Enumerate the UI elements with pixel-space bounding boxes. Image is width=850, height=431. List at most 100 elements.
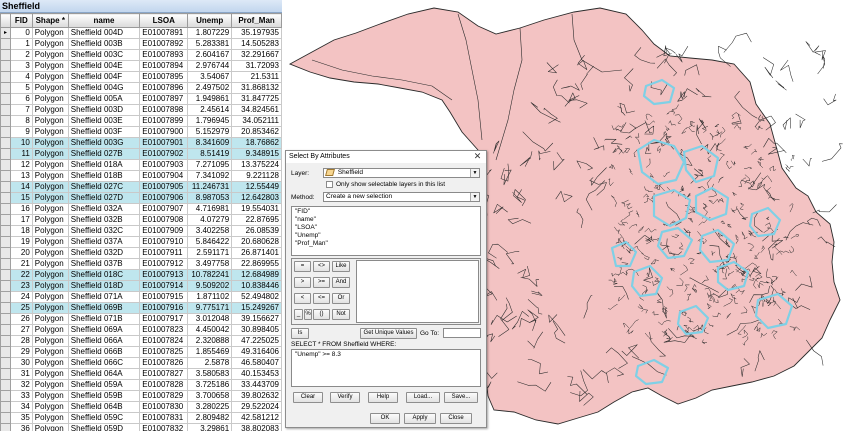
operator-button[interactable]: Like bbox=[332, 261, 350, 272]
table-row[interactable]: 20 Polygon Sheffield 032D E01007911 2.591171… bbox=[0, 247, 282, 259]
row-selector[interactable] bbox=[0, 49, 11, 61]
attribute-table[interactable]: FID Shape * name LSOA Unemp Prof_Man ▸ 0 P… bbox=[0, 13, 282, 431]
table-row[interactable]: 9 Polygon Sheffield 003F E01007900 5.152979 2… bbox=[0, 126, 282, 138]
row-selector[interactable] bbox=[0, 258, 11, 270]
goto-input[interactable] bbox=[443, 328, 481, 338]
table-row[interactable]: 35 Polygon Sheffield 059C E01007831 2.809482… bbox=[0, 412, 282, 424]
table-row[interactable]: 8 Polygon Sheffield 003E E01007899 1.796945 3… bbox=[0, 115, 282, 127]
chevron-down-icon[interactable]: ▼ bbox=[470, 193, 479, 201]
operator-button[interactable]: <= bbox=[313, 293, 330, 304]
table-row[interactable]: 31 Polygon Sheffield 064A E01007827 3.580583… bbox=[0, 368, 282, 380]
table-row[interactable]: 24 Polygon Sheffield 071A E01007915 1.871102… bbox=[0, 291, 282, 303]
row-selector[interactable] bbox=[0, 379, 11, 391]
ok-button[interactable]: OK bbox=[370, 413, 400, 424]
table-row[interactable]: 30 Polygon Sheffield 066C E01007826 2.5878 46… bbox=[0, 357, 282, 369]
sql-expression-input[interactable]: "Unemp" >= 8.3 bbox=[291, 349, 481, 387]
row-selector[interactable] bbox=[0, 148, 11, 160]
table-row[interactable]: 4 Polygon Sheffield 004F E01007895 3.54067 21… bbox=[0, 71, 282, 83]
row-selector[interactable] bbox=[0, 203, 11, 215]
apply-button[interactable]: Apply bbox=[404, 413, 436, 424]
table-row[interactable]: 36 Polygon Sheffield 059D E01007832 3.29861 3… bbox=[0, 423, 282, 431]
row-selector[interactable] bbox=[0, 192, 11, 204]
table-row[interactable]: 32 Polygon Sheffield 059A E01007828 3.725186… bbox=[0, 379, 282, 391]
row-selector[interactable] bbox=[0, 71, 11, 83]
help-button[interactable]: Help bbox=[368, 392, 398, 403]
column-header-lsoa[interactable]: LSOA bbox=[139, 13, 189, 28]
row-selector[interactable] bbox=[0, 137, 11, 149]
table-row[interactable]: 22 Polygon Sheffield 018C E01007913 10.78224… bbox=[0, 269, 282, 281]
table-row[interactable]: 3 Polygon Sheffield 004E E01007894 2.976744 3… bbox=[0, 60, 282, 72]
row-selector[interactable] bbox=[0, 269, 11, 281]
save-button[interactable]: Save... bbox=[444, 392, 478, 403]
unique-values-list[interactable] bbox=[356, 260, 479, 323]
table-row[interactable]: 1 Polygon Sheffield 003B E01007892 5.283381 1… bbox=[0, 38, 282, 50]
close-icon[interactable]: ✕ bbox=[472, 152, 483, 162]
row-selector[interactable] bbox=[0, 126, 11, 138]
operator-button[interactable]: <> bbox=[313, 261, 330, 272]
field-list-item[interactable]: "FID" bbox=[292, 208, 480, 216]
field-list[interactable]: "FID" "name" "LSOA" "Unemp" "Prof_Man" bbox=[291, 206, 481, 256]
load-button[interactable]: Load... bbox=[406, 392, 440, 403]
row-selector[interactable] bbox=[0, 412, 11, 424]
table-row[interactable]: 15 Polygon Sheffield 027D E01007906 8.987053… bbox=[0, 192, 282, 204]
dialog-close-button[interactable]: Close bbox=[440, 413, 472, 424]
row-selector[interactable] bbox=[0, 236, 11, 248]
row-selector[interactable] bbox=[0, 115, 11, 127]
get-unique-values-button[interactable]: Get Unique Values bbox=[360, 328, 417, 339]
operator-button[interactable]: And bbox=[332, 277, 350, 288]
column-header-unemp[interactable]: Unemp bbox=[187, 13, 233, 28]
column-header-prof-man[interactable]: Prof_Man bbox=[231, 13, 282, 28]
row-selector[interactable] bbox=[0, 214, 11, 226]
row-selector[interactable] bbox=[0, 423, 11, 431]
row-selector[interactable] bbox=[0, 93, 11, 105]
operator-button[interactable]: < bbox=[294, 293, 311, 304]
operator-button[interactable]: = bbox=[294, 261, 311, 272]
chevron-down-icon[interactable]: ▼ bbox=[470, 169, 479, 177]
table-row[interactable]: 21 Polygon Sheffield 037B E01007912 3.497758… bbox=[0, 258, 282, 270]
field-list-item[interactable]: "LSOA" bbox=[292, 224, 480, 232]
table-row[interactable]: 16 Polygon Sheffield 032A E01007907 4.716981… bbox=[0, 203, 282, 215]
row-selector[interactable] bbox=[0, 225, 11, 237]
row-selector[interactable] bbox=[0, 104, 11, 116]
table-row[interactable]: 18 Polygon Sheffield 032C E01007909 3.402258… bbox=[0, 225, 282, 237]
table-row[interactable]: 7 Polygon Sheffield 003D E01007898 2.45614 34… bbox=[0, 104, 282, 116]
row-selector[interactable] bbox=[0, 60, 11, 72]
operator-button[interactable]: Or bbox=[332, 293, 350, 304]
column-header-shape[interactable]: Shape * bbox=[31, 13, 69, 28]
table-row[interactable]: 27 Polygon Sheffield 069A E01007823 4.450042… bbox=[0, 324, 282, 336]
row-selector[interactable] bbox=[0, 401, 11, 413]
row-selector[interactable] bbox=[0, 324, 11, 336]
row-selector[interactable] bbox=[0, 390, 11, 402]
row-selector[interactable] bbox=[0, 346, 11, 358]
operator-button[interactable]: _ bbox=[294, 309, 303, 320]
table-row[interactable]: 29 Polygon Sheffield 066B E01007825 1.855469… bbox=[0, 346, 282, 358]
table-row[interactable]: 5 Polygon Sheffield 004G E01007896 2.497502 3… bbox=[0, 82, 282, 94]
table-row[interactable]: 11 Polygon Sheffield 027B E01007902 8.51419 9… bbox=[0, 148, 282, 160]
table-row[interactable]: 34 Polygon Sheffield 064B E01007830 3.280225… bbox=[0, 401, 282, 413]
row-selector[interactable] bbox=[0, 170, 11, 182]
column-header-fid[interactable]: FID bbox=[9, 13, 33, 28]
field-list-item[interactable]: "Prof_Man" bbox=[292, 240, 480, 248]
operator-button[interactable]: > bbox=[294, 277, 311, 288]
row-selector[interactable] bbox=[0, 313, 11, 325]
operator-button[interactable]: Not bbox=[332, 309, 350, 320]
row-selector[interactable] bbox=[0, 181, 11, 193]
row-selector[interactable] bbox=[0, 335, 11, 347]
row-selector[interactable] bbox=[0, 357, 11, 369]
row-selector[interactable] bbox=[0, 368, 11, 380]
table-row[interactable]: 6 Polygon Sheffield 005A E01007897 1.949861 3… bbox=[0, 93, 282, 105]
table-row[interactable]: 2 Polygon Sheffield 003C E01007893 2.604167 3… bbox=[0, 49, 282, 61]
operator-button[interactable]: () bbox=[313, 309, 330, 320]
row-selector[interactable] bbox=[0, 247, 11, 259]
is-button[interactable]: Is bbox=[291, 328, 309, 339]
column-header-name[interactable]: name bbox=[67, 13, 141, 28]
table-row[interactable]: ▸ 0 Polygon Sheffield 004D E01007891 1.807229… bbox=[0, 27, 282, 39]
row-selector[interactable] bbox=[0, 159, 11, 171]
operator-button[interactable]: % bbox=[304, 309, 312, 320]
table-row[interactable]: 33 Polygon Sheffield 059B E01007829 3.700658… bbox=[0, 390, 282, 402]
table-row[interactable]: 25 Polygon Sheffield 069B E01007916 9.775171… bbox=[0, 302, 282, 314]
row-selector[interactable] bbox=[0, 302, 11, 314]
clear-button[interactable]: Clear bbox=[293, 392, 323, 403]
field-list-item[interactable]: "name" bbox=[292, 216, 480, 224]
row-selector[interactable] bbox=[0, 280, 11, 292]
